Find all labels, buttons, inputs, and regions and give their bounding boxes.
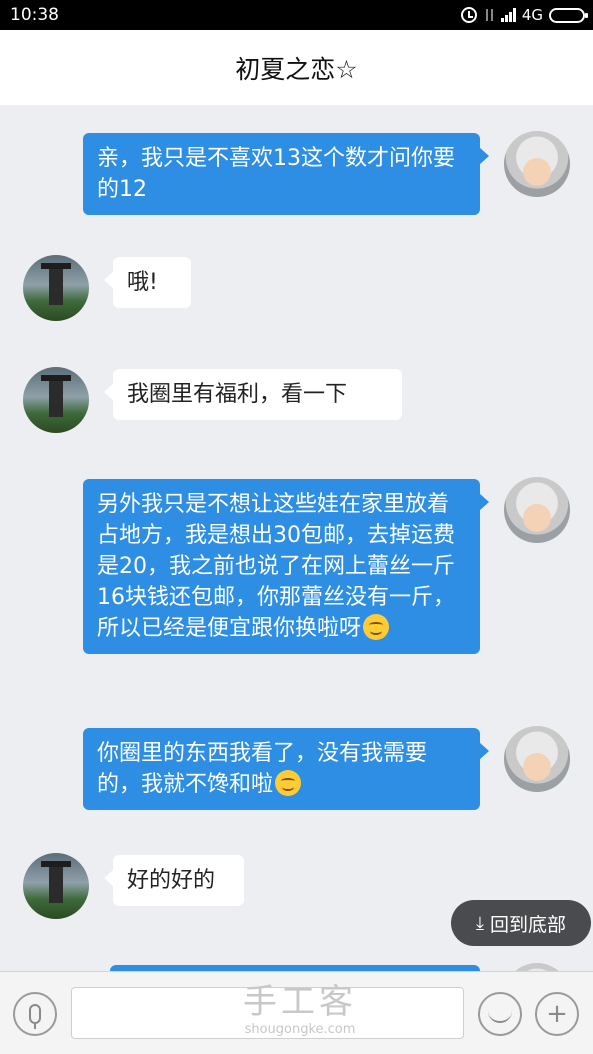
alarm-icon: [460, 7, 477, 23]
smiling-face-emoji-icon: [363, 614, 390, 640]
plus-icon: +: [546, 999, 568, 1029]
message-bubble[interactable]: 我圈里有福利，看一下: [104, 369, 402, 420]
back-to-bottom-label: 回到底部: [489, 913, 566, 936]
message-bubble[interactable]: 哦!: [104, 257, 191, 308]
status-time: 10:38: [10, 5, 59, 25]
message-bubble[interactable]: 你圈里的东西我看了，没有我需要的，我就不馋和啦: [83, 728, 489, 810]
back-to-bottom-button[interactable]: ⤓ 回到底部: [451, 900, 591, 946]
pagoda-avatar[interactable]: [23, 367, 89, 433]
chat-title: 初夏之恋☆: [235, 54, 358, 84]
doll-avatar[interactable]: [504, 963, 570, 971]
message-list[interactable]: 亲，我只是不喜欢13这个数才问你要的12 哦! 我圈里有福利，看一下 另外我只是…: [0, 105, 593, 971]
pagoda-avatar[interactable]: [23, 853, 89, 919]
battery-icon: [549, 7, 588, 23]
message-text: 另外我只是不想让这些娃在家里放着占地方，我是想出30包邮，去掉运费是20，我之前…: [97, 492, 455, 641]
signal-icon: [500, 8, 516, 22]
more-button[interactable]: +: [535, 992, 579, 1036]
smiling-face-emoji-icon: [275, 770, 302, 796]
doll-avatar[interactable]: [504, 726, 570, 792]
doll-avatar[interactable]: [504, 477, 570, 543]
message-text: 哦!: [127, 270, 158, 295]
smile-icon: [488, 1011, 512, 1023]
status-icons: 4G: [460, 4, 588, 26]
message-bubble[interactable]: 好的好的: [104, 855, 244, 906]
message-text: 我圈里有福利，看一下: [127, 382, 348, 407]
message-text: 好的好的: [127, 868, 216, 893]
doll-avatar[interactable]: [504, 131, 570, 197]
message-bubble[interactable]: 另外我只是不想让这些娃在家里放着占地方，我是想出30包邮，去掉运费是20，我之前…: [83, 479, 489, 654]
status-bar: 10:38 4G: [0, 0, 593, 30]
message-bubble[interactable]: 亲，我只是不喜欢13这个数才问你要的12: [83, 133, 489, 215]
message-text: 亲，我只是不喜欢13这个数才问你要的12: [97, 146, 455, 202]
pagoda-avatar[interactable]: [23, 255, 89, 321]
chat-header: 初夏之恋☆: [0, 30, 593, 105]
emoji-button[interactable]: [478, 992, 522, 1036]
input-bar: +: [0, 971, 593, 1054]
network-type: 4G: [521, 6, 543, 24]
down-arrow-icon: ⤓: [476, 912, 484, 934]
microphone-icon: [29, 1004, 41, 1029]
voice-button[interactable]: [13, 992, 57, 1036]
message-input[interactable]: [71, 987, 464, 1039]
data-transfer-icon: [483, 7, 495, 23]
message-text: 你圈里的东西我看了，没有我需要的，我就不馋和啦: [97, 741, 428, 797]
